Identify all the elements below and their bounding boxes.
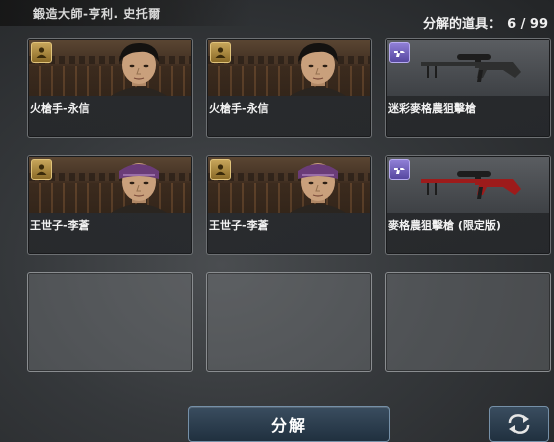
- weapon-image: [387, 40, 549, 96]
- title-bar: 鍛造大師-亨利. 史托爾: [0, 0, 250, 26]
- empty-slot[interactable]: [385, 272, 551, 372]
- item-name: 火槍手-永信: [209, 102, 269, 115]
- character-portrait: [29, 40, 191, 96]
- character-portrait: [29, 157, 191, 213]
- refresh-button[interactable]: [489, 406, 549, 442]
- item-card[interactable]: 王世子-李蒼: [27, 155, 193, 255]
- revolver-icon: [389, 42, 410, 63]
- npc-title: 鍛造大師-亨利. 史托爾: [33, 7, 161, 21]
- character-portrait: [208, 40, 370, 96]
- item-name: 王世子-李蒼: [30, 219, 90, 232]
- item-card[interactable]: 王世子-李蒼: [206, 155, 372, 255]
- item-name: 迷彩麥格農狙擊槍: [388, 102, 476, 115]
- character-icon: [31, 159, 52, 180]
- disassemble-label: 分解: [270, 416, 307, 435]
- refresh-arrows-icon: [508, 414, 530, 434]
- item-card[interactable]: 迷彩麥格農狙擊槍: [385, 38, 551, 138]
- item-name: 火槍手-永信: [30, 102, 90, 115]
- disassemble-count: 分解的道具： 6 / 99: [423, 13, 548, 32]
- count-value: 6 / 99: [507, 17, 548, 32]
- count-label: 分解的道具：: [423, 17, 502, 32]
- item-card[interactable]: 麥格農狙擊槍 (限定版): [385, 155, 551, 255]
- item-card[interactable]: 火槍手-永信: [206, 38, 372, 138]
- item-name: 麥格農狙擊槍 (限定版): [388, 219, 501, 232]
- disassemble-button[interactable]: 分解: [188, 406, 390, 442]
- item-card[interactable]: 火槍手-永信: [27, 38, 193, 138]
- empty-slot[interactable]: [206, 272, 372, 372]
- character-icon: [210, 42, 231, 63]
- character-icon: [31, 42, 52, 63]
- empty-slot[interactable]: [27, 272, 193, 372]
- revolver-icon: [389, 159, 410, 180]
- character-portrait: [208, 157, 370, 213]
- item-name: 王世子-李蒼: [209, 219, 269, 232]
- character-icon: [210, 159, 231, 180]
- weapon-image: [387, 157, 549, 213]
